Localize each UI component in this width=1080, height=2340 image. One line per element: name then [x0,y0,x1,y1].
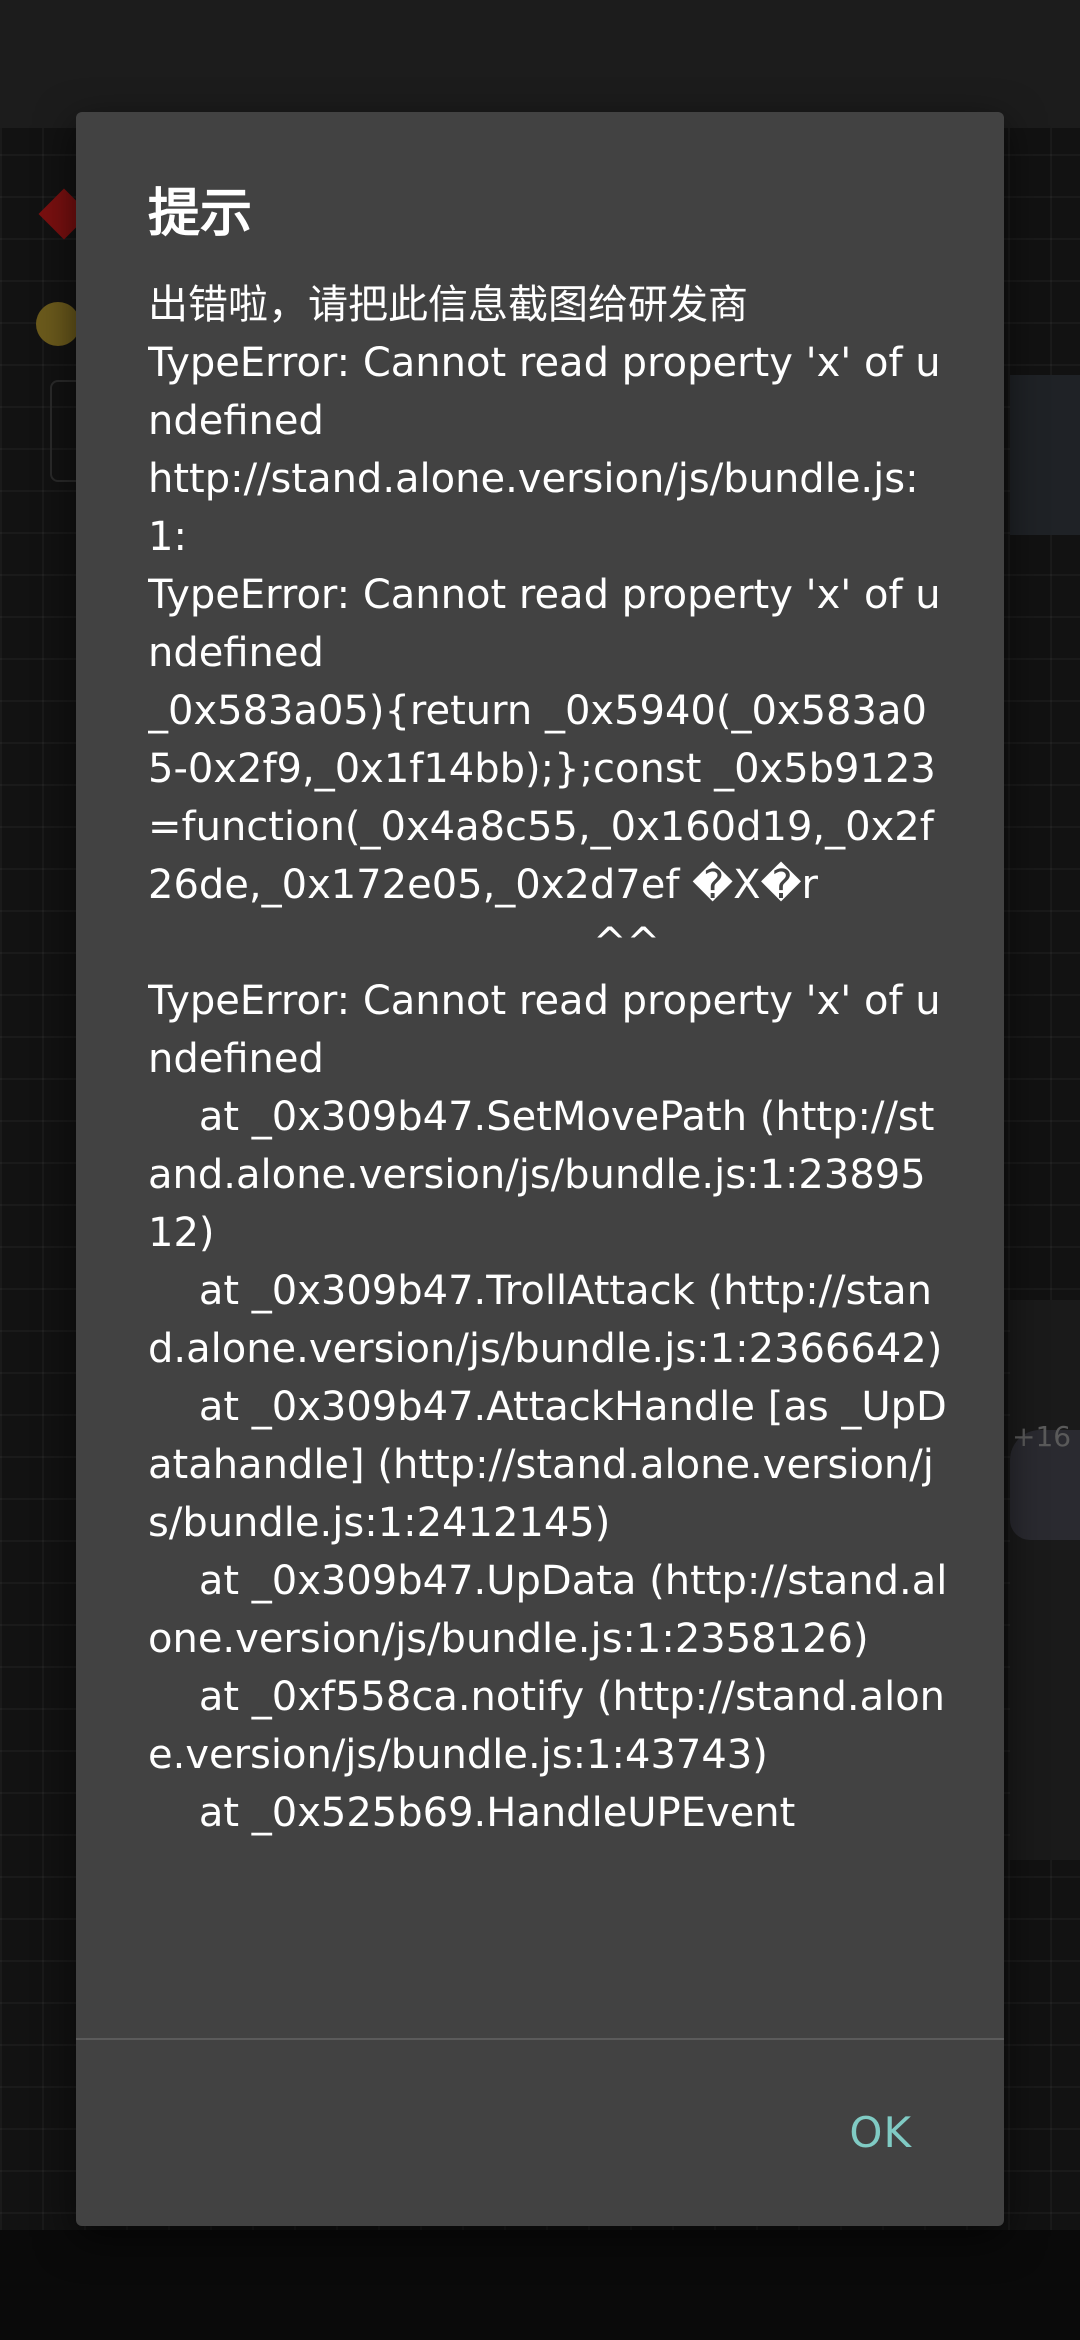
ok-button[interactable]: OK [837,2098,924,2167]
game-side-panel [1010,375,1080,535]
character-level-label: +16 [1012,1420,1072,1453]
dialog-actions: OK [76,2040,1004,2226]
error-dialog: 提示 出错啦，请把此信息截图给研发商 TypeError: Cannot rea… [76,112,1004,2226]
screen: +16 提示 出错啦，请把此信息截图给研发商 TypeError: Cannot… [0,0,1080,2340]
dialog-title: 提示 [148,184,253,244]
game-top-bar [0,0,1080,128]
dialog-message-intro: 出错啦，请把此信息截图给研发商 [148,282,748,328]
dialog-message-scroll[interactable]: 出错啦，请把此信息截图给研发商 TypeError: Cannot read p… [148,276,948,2146]
coin-icon [36,302,80,346]
game-bottom-bar [0,2230,1080,2340]
dialog-error-trace: TypeError: Cannot read property 'x' of u… [148,340,948,1836]
game-side-panel-lower [1010,1300,1080,1860]
